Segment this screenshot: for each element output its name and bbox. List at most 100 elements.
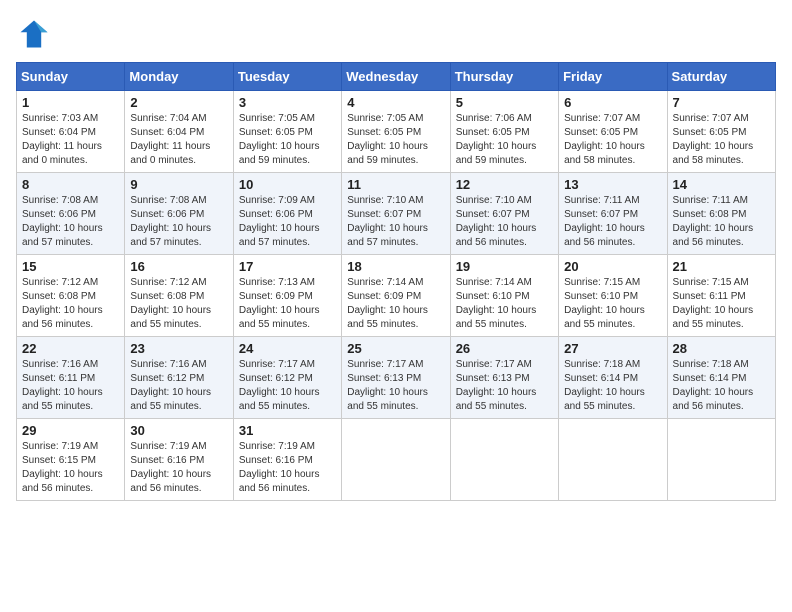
day-info: Sunrise: 7:14 AM Sunset: 6:10 PM Dayligh… — [456, 276, 553, 332]
logo-icon — [16, 16, 52, 52]
calendar-cell: 11 Sunrise: 7:10 AM Sunset: 6:07 PM Dayl… — [342, 173, 450, 255]
day-number: 1 — [22, 95, 119, 110]
day-info: Sunrise: 7:14 AM Sunset: 6:09 PM Dayligh… — [347, 276, 444, 332]
day-number: 13 — [564, 177, 661, 192]
calendar-cell — [450, 419, 558, 501]
calendar-cell: 6 Sunrise: 7:07 AM Sunset: 6:05 PM Dayli… — [559, 91, 667, 173]
day-number: 26 — [456, 341, 553, 356]
calendar-cell: 12 Sunrise: 7:10 AM Sunset: 6:07 PM Dayl… — [450, 173, 558, 255]
calendar-week-4: 22 Sunrise: 7:16 AM Sunset: 6:11 PM Dayl… — [17, 337, 776, 419]
col-header-saturday: Saturday — [667, 63, 775, 91]
day-number: 31 — [239, 423, 336, 438]
day-number: 11 — [347, 177, 444, 192]
day-number: 22 — [22, 341, 119, 356]
day-info: Sunrise: 7:17 AM Sunset: 6:12 PM Dayligh… — [239, 358, 336, 414]
day-info: Sunrise: 7:06 AM Sunset: 6:05 PM Dayligh… — [456, 112, 553, 168]
day-info: Sunrise: 7:07 AM Sunset: 6:05 PM Dayligh… — [673, 112, 770, 168]
day-info: Sunrise: 7:08 AM Sunset: 6:06 PM Dayligh… — [130, 194, 227, 250]
col-header-wednesday: Wednesday — [342, 63, 450, 91]
calendar-cell: 23 Sunrise: 7:16 AM Sunset: 6:12 PM Dayl… — [125, 337, 233, 419]
col-header-monday: Monday — [125, 63, 233, 91]
calendar-week-2: 8 Sunrise: 7:08 AM Sunset: 6:06 PM Dayli… — [17, 173, 776, 255]
day-number: 3 — [239, 95, 336, 110]
calendar-cell — [667, 419, 775, 501]
day-number: 27 — [564, 341, 661, 356]
calendar-cell: 2 Sunrise: 7:04 AM Sunset: 6:04 PM Dayli… — [125, 91, 233, 173]
col-header-thursday: Thursday — [450, 63, 558, 91]
day-info: Sunrise: 7:13 AM Sunset: 6:09 PM Dayligh… — [239, 276, 336, 332]
day-number: 23 — [130, 341, 227, 356]
day-info: Sunrise: 7:10 AM Sunset: 6:07 PM Dayligh… — [347, 194, 444, 250]
day-info: Sunrise: 7:07 AM Sunset: 6:05 PM Dayligh… — [564, 112, 661, 168]
calendar-cell: 20 Sunrise: 7:15 AM Sunset: 6:10 PM Dayl… — [559, 255, 667, 337]
calendar-cell: 28 Sunrise: 7:18 AM Sunset: 6:14 PM Dayl… — [667, 337, 775, 419]
day-info: Sunrise: 7:19 AM Sunset: 6:16 PM Dayligh… — [239, 440, 336, 496]
calendar-cell: 13 Sunrise: 7:11 AM Sunset: 6:07 PM Dayl… — [559, 173, 667, 255]
day-number: 6 — [564, 95, 661, 110]
day-number: 4 — [347, 95, 444, 110]
day-info: Sunrise: 7:16 AM Sunset: 6:11 PM Dayligh… — [22, 358, 119, 414]
day-info: Sunrise: 7:16 AM Sunset: 6:12 PM Dayligh… — [130, 358, 227, 414]
day-info: Sunrise: 7:11 AM Sunset: 6:08 PM Dayligh… — [673, 194, 770, 250]
calendar-cell: 31 Sunrise: 7:19 AM Sunset: 6:16 PM Dayl… — [233, 419, 341, 501]
day-number: 10 — [239, 177, 336, 192]
day-number: 18 — [347, 259, 444, 274]
day-number: 7 — [673, 95, 770, 110]
day-number: 19 — [456, 259, 553, 274]
day-info: Sunrise: 7:18 AM Sunset: 6:14 PM Dayligh… — [673, 358, 770, 414]
col-header-friday: Friday — [559, 63, 667, 91]
day-number: 28 — [673, 341, 770, 356]
calendar-cell: 7 Sunrise: 7:07 AM Sunset: 6:05 PM Dayli… — [667, 91, 775, 173]
calendar-cell: 10 Sunrise: 7:09 AM Sunset: 6:06 PM Dayl… — [233, 173, 341, 255]
day-info: Sunrise: 7:04 AM Sunset: 6:04 PM Dayligh… — [130, 112, 227, 168]
day-number: 21 — [673, 259, 770, 274]
calendar-table: SundayMondayTuesdayWednesdayThursdayFrid… — [16, 62, 776, 501]
day-info: Sunrise: 7:17 AM Sunset: 6:13 PM Dayligh… — [456, 358, 553, 414]
calendar-cell: 26 Sunrise: 7:17 AM Sunset: 6:13 PM Dayl… — [450, 337, 558, 419]
calendar-header-row: SundayMondayTuesdayWednesdayThursdayFrid… — [17, 63, 776, 91]
calendar-week-5: 29 Sunrise: 7:19 AM Sunset: 6:15 PM Dayl… — [17, 419, 776, 501]
calendar-cell: 25 Sunrise: 7:17 AM Sunset: 6:13 PM Dayl… — [342, 337, 450, 419]
calendar-cell: 18 Sunrise: 7:14 AM Sunset: 6:09 PM Dayl… — [342, 255, 450, 337]
day-number: 20 — [564, 259, 661, 274]
calendar-cell: 30 Sunrise: 7:19 AM Sunset: 6:16 PM Dayl… — [125, 419, 233, 501]
day-info: Sunrise: 7:15 AM Sunset: 6:11 PM Dayligh… — [673, 276, 770, 332]
col-header-sunday: Sunday — [17, 63, 125, 91]
calendar-cell: 14 Sunrise: 7:11 AM Sunset: 6:08 PM Dayl… — [667, 173, 775, 255]
day-number: 17 — [239, 259, 336, 274]
day-number: 15 — [22, 259, 119, 274]
day-number: 12 — [456, 177, 553, 192]
day-number: 25 — [347, 341, 444, 356]
day-info: Sunrise: 7:12 AM Sunset: 6:08 PM Dayligh… — [130, 276, 227, 332]
day-number: 30 — [130, 423, 227, 438]
day-info: Sunrise: 7:18 AM Sunset: 6:14 PM Dayligh… — [564, 358, 661, 414]
page-header — [16, 16, 776, 52]
day-info: Sunrise: 7:05 AM Sunset: 6:05 PM Dayligh… — [239, 112, 336, 168]
day-number: 24 — [239, 341, 336, 356]
calendar-cell: 22 Sunrise: 7:16 AM Sunset: 6:11 PM Dayl… — [17, 337, 125, 419]
day-number: 2 — [130, 95, 227, 110]
calendar-cell: 4 Sunrise: 7:05 AM Sunset: 6:05 PM Dayli… — [342, 91, 450, 173]
day-info: Sunrise: 7:15 AM Sunset: 6:10 PM Dayligh… — [564, 276, 661, 332]
calendar-cell: 9 Sunrise: 7:08 AM Sunset: 6:06 PM Dayli… — [125, 173, 233, 255]
day-info: Sunrise: 7:19 AM Sunset: 6:16 PM Dayligh… — [130, 440, 227, 496]
calendar-cell: 1 Sunrise: 7:03 AM Sunset: 6:04 PM Dayli… — [17, 91, 125, 173]
day-number: 5 — [456, 95, 553, 110]
day-number: 9 — [130, 177, 227, 192]
calendar-week-3: 15 Sunrise: 7:12 AM Sunset: 6:08 PM Dayl… — [17, 255, 776, 337]
day-info: Sunrise: 7:10 AM Sunset: 6:07 PM Dayligh… — [456, 194, 553, 250]
calendar-cell: 24 Sunrise: 7:17 AM Sunset: 6:12 PM Dayl… — [233, 337, 341, 419]
logo — [16, 16, 56, 52]
calendar-cell: 16 Sunrise: 7:12 AM Sunset: 6:08 PM Dayl… — [125, 255, 233, 337]
day-info: Sunrise: 7:05 AM Sunset: 6:05 PM Dayligh… — [347, 112, 444, 168]
day-number: 29 — [22, 423, 119, 438]
calendar-cell: 19 Sunrise: 7:14 AM Sunset: 6:10 PM Dayl… — [450, 255, 558, 337]
calendar-cell — [342, 419, 450, 501]
calendar-cell — [559, 419, 667, 501]
calendar-cell: 21 Sunrise: 7:15 AM Sunset: 6:11 PM Dayl… — [667, 255, 775, 337]
day-number: 8 — [22, 177, 119, 192]
day-info: Sunrise: 7:09 AM Sunset: 6:06 PM Dayligh… — [239, 194, 336, 250]
calendar-cell: 17 Sunrise: 7:13 AM Sunset: 6:09 PM Dayl… — [233, 255, 341, 337]
col-header-tuesday: Tuesday — [233, 63, 341, 91]
calendar-cell: 3 Sunrise: 7:05 AM Sunset: 6:05 PM Dayli… — [233, 91, 341, 173]
